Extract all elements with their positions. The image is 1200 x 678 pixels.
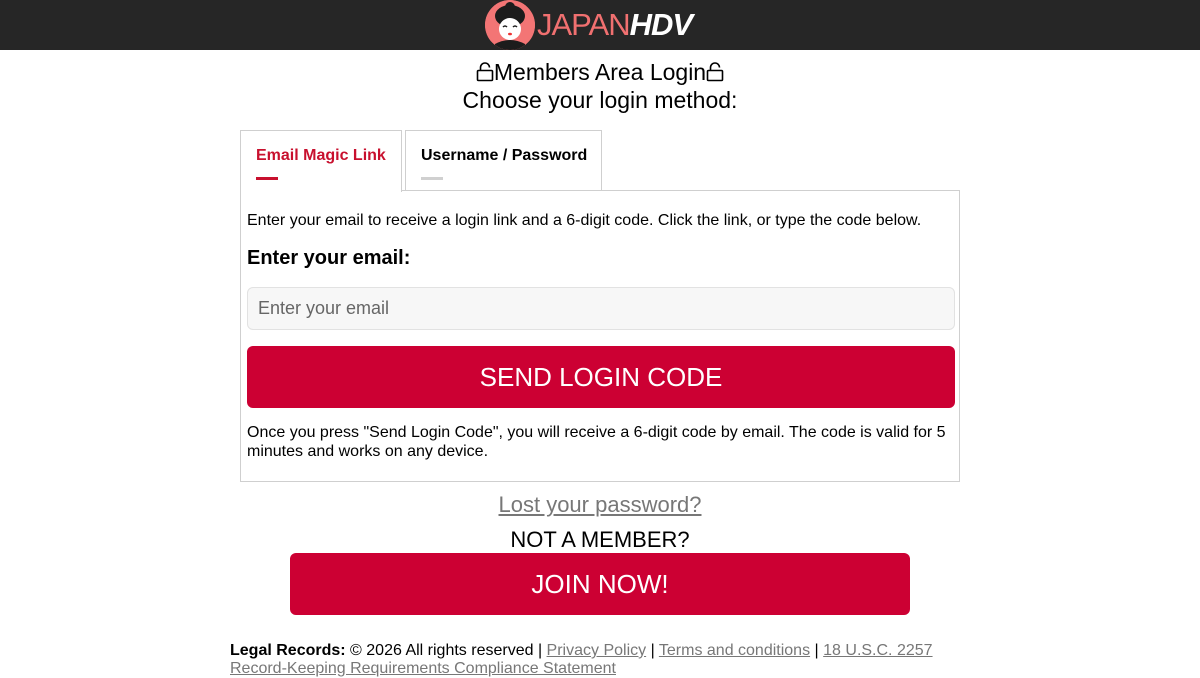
site-logo[interactable]: JAPANHDV — [485, 0, 725, 50]
panel-intro-text: Enter your email to receive a login link… — [247, 212, 922, 229]
terms-link[interactable]: Terms and conditions — [659, 642, 810, 659]
geisha-face-icon — [485, 0, 535, 50]
tab-active-indicator — [256, 177, 278, 180]
copyright-text: © 2026 All rights reserved — [350, 642, 534, 659]
login-code-note: Once you press "Send Login Code", you wi… — [247, 424, 946, 460]
footer-legal: Legal Records: © 2026 All rights reserve… — [230, 642, 970, 678]
tab-label: Username / Password — [421, 147, 588, 164]
login-method-subtitle: Choose your login method: — [462, 87, 738, 113]
legal-records-label: Legal Records: — [230, 642, 346, 659]
logo-text-hdv: HDV — [629, 7, 693, 42]
tab-email-magic-link[interactable]: Email Magic Link — [240, 130, 402, 192]
lost-password-link[interactable]: Lost your password? — [0, 492, 1200, 518]
tab-label: Email Magic Link — [256, 147, 386, 164]
logo-wordmark: JAPANHDV — [537, 0, 693, 50]
members-area-title: Members Area Login — [493, 59, 707, 85]
email-login-panel: Enter your email to receive a login link… — [240, 190, 960, 482]
not-a-member-text: NOT A MEMBER? — [510, 527, 690, 552]
privacy-policy-link[interactable]: Privacy Policy — [547, 642, 647, 659]
lock-icon — [476, 62, 494, 82]
send-login-code-button[interactable]: SEND LOGIN CODE — [247, 346, 955, 408]
join-now-button[interactable]: JOIN NOW! — [290, 553, 910, 615]
top-header-bar: JAPANHDV — [0, 0, 1200, 50]
email-input[interactable] — [247, 287, 955, 330]
page-title: Members Area Login — [0, 58, 1200, 86]
email-field-label: Enter your email: — [247, 247, 411, 269]
logo-text-japan: JAPAN — [537, 7, 631, 42]
record-keeping-link[interactable]: Record-Keeping Requirements Compliance S… — [230, 660, 616, 677]
tab-username-password[interactable]: Username / Password — [405, 130, 602, 190]
tab-indicator — [421, 177, 443, 180]
lock-icon — [706, 62, 724, 82]
footer-separator: | — [537, 642, 543, 659]
usc-2257-link[interactable]: 18 U.S.C. 2257 — [823, 642, 932, 659]
footer-separator: | — [650, 642, 655, 659]
footer-separator: | — [814, 642, 819, 659]
